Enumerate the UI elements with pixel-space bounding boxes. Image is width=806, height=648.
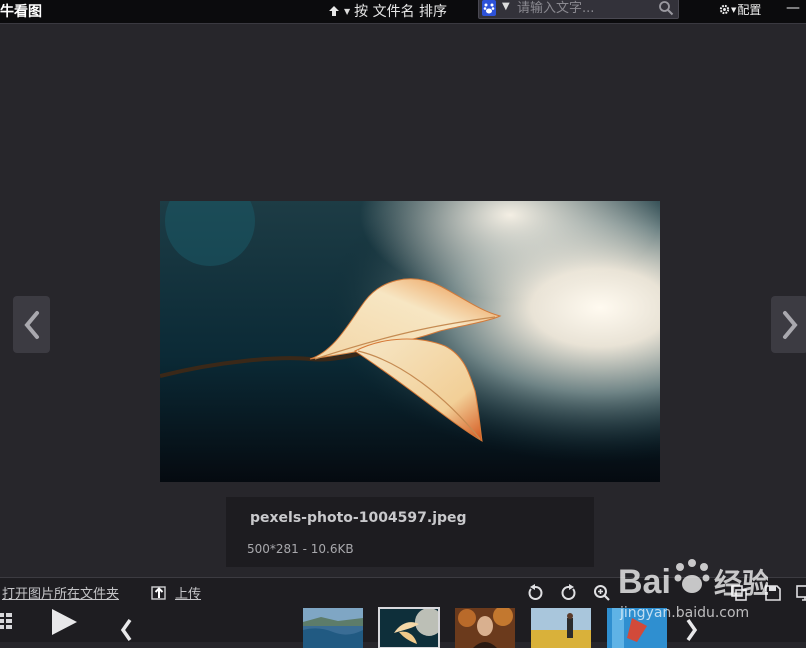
sort-arrow-icon (329, 6, 339, 16)
minimize-button[interactable]: — (786, 0, 800, 16)
open-folder-link[interactable]: 打开图片所在文件夹 (2, 583, 119, 602)
bottom-toolbar: 打开图片所在文件夹 上传 (0, 577, 806, 648)
config-button[interactable]: ▼ 配置 (719, 1, 761, 18)
rotate-left-icon[interactable] (526, 584, 544, 602)
engine-dropdown-icon[interactable]: ▼ (502, 1, 510, 12)
thumbnails-next-icon[interactable] (684, 616, 700, 644)
divider (0, 23, 806, 24)
chevron-left-icon (23, 310, 39, 339)
search-box: ▼ (478, 0, 679, 19)
config-caret-icon: ▼ (731, 5, 737, 14)
baidu-paw-icon[interactable] (482, 0, 496, 16)
zoom-in-icon[interactable] (593, 584, 611, 602)
file-dimensions-size: 500*281 - 10.6KB (247, 542, 354, 556)
app-title: 看牛看图 (0, 4, 42, 20)
save-icon[interactable] (764, 584, 782, 602)
next-image-button[interactable] (771, 296, 806, 353)
sort-label: 按 文件名 排序 (354, 4, 448, 20)
upload-icon[interactable] (151, 584, 167, 600)
rotate-right-icon[interactable] (560, 584, 578, 602)
copy-icon[interactable] (730, 584, 748, 602)
thumbnail-pool[interactable] (607, 608, 667, 648)
thumbnail-field[interactable] (531, 608, 591, 648)
previous-image-button[interactable] (13, 296, 50, 353)
chevron-right-icon (782, 310, 798, 339)
list-view-icon[interactable] (0, 611, 12, 631)
config-label: 配置 (737, 3, 762, 17)
monitor-icon[interactable] (796, 584, 806, 602)
sort-button[interactable]: ▼ 按 文件名 排序 (328, 1, 447, 21)
gear-icon (719, 4, 730, 15)
thumbnail-leaf[interactable] (378, 607, 440, 648)
search-icon[interactable] (658, 0, 674, 16)
thumbnail-sea[interactable] (303, 608, 363, 648)
file-name: pexels-photo-1004597.jpeg (250, 510, 467, 526)
thumbnail-portrait[interactable] (455, 608, 515, 648)
search-input[interactable] (517, 0, 647, 17)
play-slideshow-icon[interactable] (50, 608, 78, 636)
main-image (160, 201, 660, 482)
sort-caret-icon: ▼ (344, 6, 351, 16)
title-bar: 看牛看图 ▼ 按 文件名 排序 ▼ ▼ 配置 — (0, 0, 806, 23)
upload-link[interactable]: 上传 (175, 583, 201, 602)
thumbnails-prev-icon[interactable] (118, 616, 134, 644)
file-info-panel: pexels-photo-1004597.jpeg 500*281 - 10.6… (226, 497, 594, 567)
